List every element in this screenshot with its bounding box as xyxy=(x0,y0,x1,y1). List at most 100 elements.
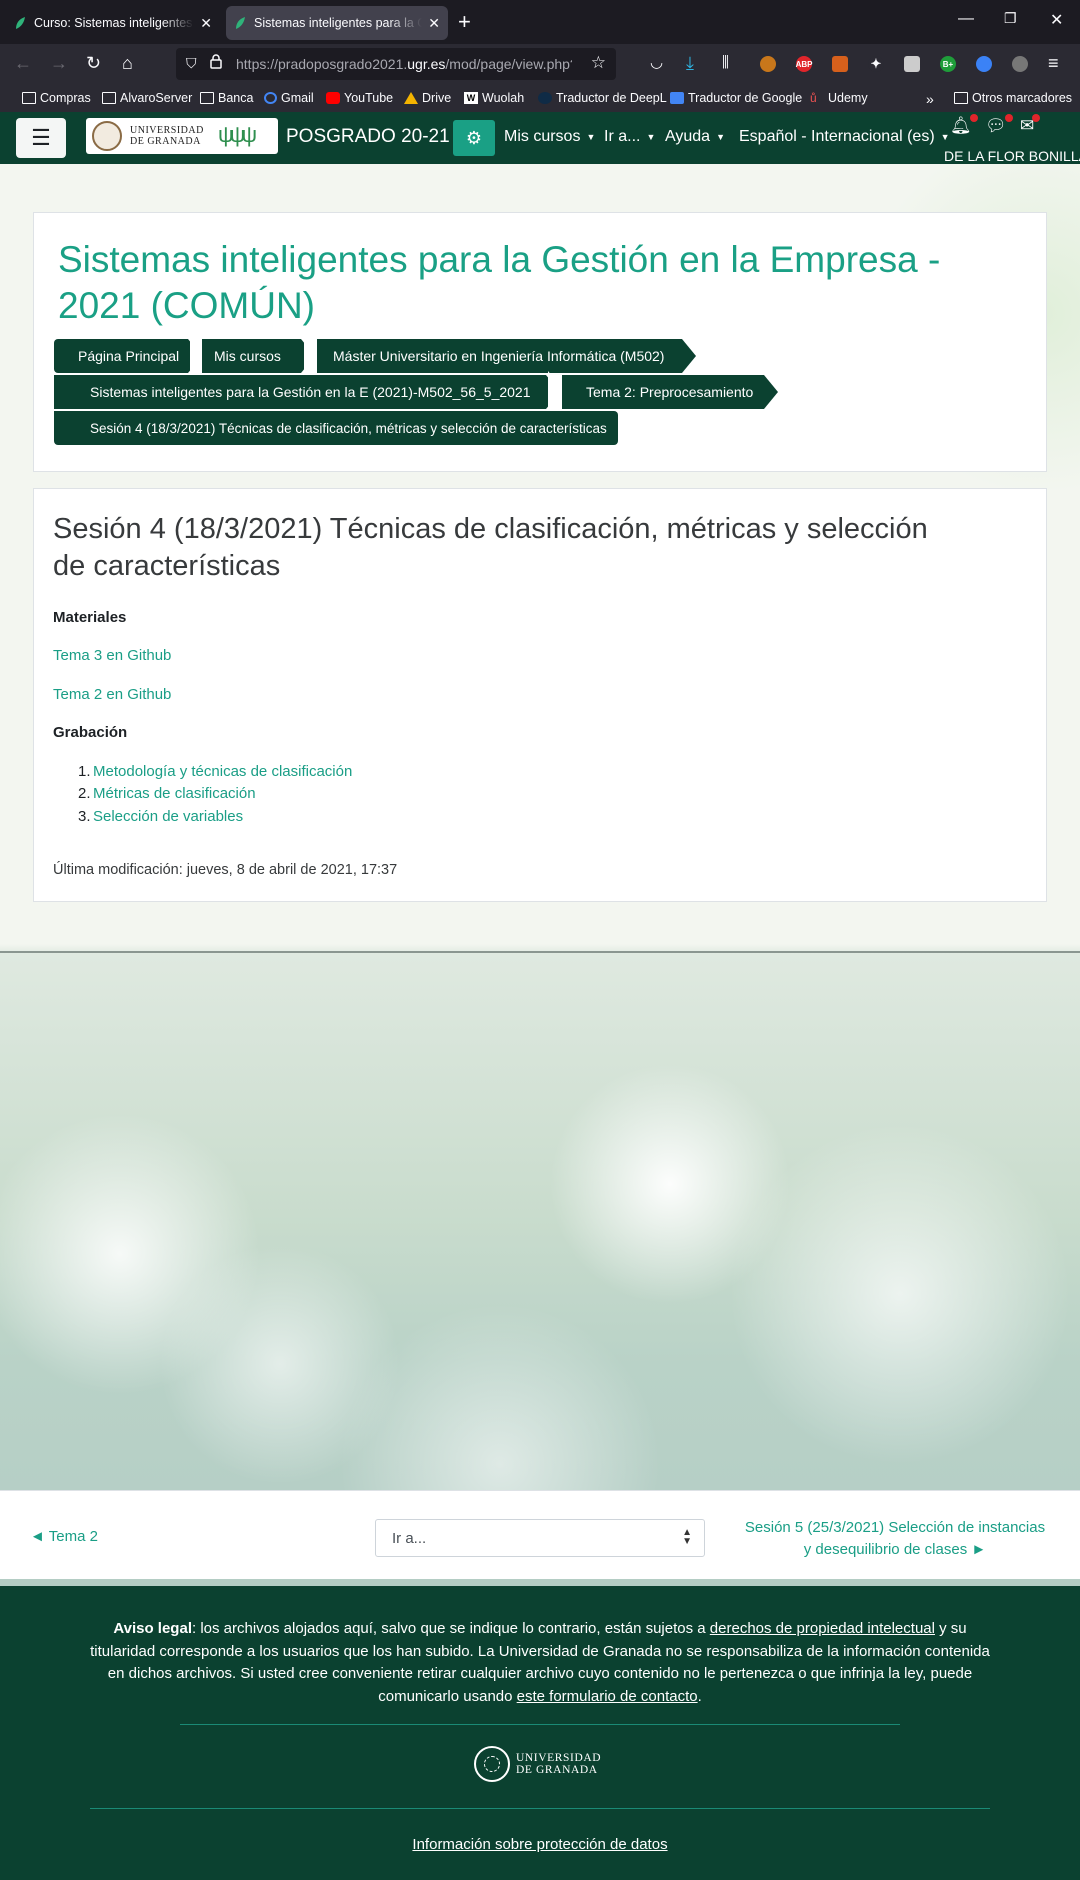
notification-badge xyxy=(1004,114,1013,122)
bookmark-item[interactable]: Banca xyxy=(200,91,253,105)
messages-chat-icon[interactable]: 💬︎ xyxy=(985,114,1013,136)
browser-tab-page[interactable]: Sistemas inteligentes para la Gestión ✕ xyxy=(226,6,448,40)
caret-down-icon: ▼ xyxy=(586,131,596,142)
bookmark-item[interactable]: Traductor de Google xyxy=(670,91,802,105)
footer-divider xyxy=(180,1724,900,1725)
notifications-bell-icon[interactable]: 🔔︎ xyxy=(950,114,978,136)
extension-icon[interactable] xyxy=(1012,56,1028,72)
close-tab-icon[interactable]: ✕ xyxy=(200,15,212,32)
caret-down-icon: ▼ xyxy=(646,131,656,142)
adblock-icon[interactable]: ABP xyxy=(796,56,812,72)
list-number: 1. xyxy=(78,763,91,780)
breadcrumb-item-topic[interactable]: Tema 2: Preprocesamiento xyxy=(562,375,764,409)
breadcrumb-item-my-courses[interactable]: Mis cursos xyxy=(202,339,301,373)
bookmark-item[interactable]: Drive xyxy=(404,91,451,105)
university-seal-icon xyxy=(92,121,122,151)
footer-top-strip xyxy=(0,1579,1080,1586)
other-bookmarks[interactable]: Otros marcadores xyxy=(954,91,1072,105)
bookmark-item[interactable]: YouTube xyxy=(326,91,393,105)
bookmark-item[interactable]: W Wuolah xyxy=(464,91,524,105)
bookmark-item[interactable]: AlvaroServer xyxy=(102,91,192,105)
jump-to-select[interactable]: Ir a... ▲ ▼ xyxy=(375,1519,705,1557)
breadcrumb-item-current[interactable]: Sesión 4 (18/3/2021) Técnicas de clasifi… xyxy=(54,411,618,445)
extension-icon[interactable] xyxy=(832,56,848,72)
cogs-icon: ⚙ xyxy=(465,127,483,148)
page-content-card: Sesión 4 (18/3/2021) Técnicas de clasifi… xyxy=(33,488,1047,902)
recording-link[interactable]: Metodología y técnicas de clasificación xyxy=(93,763,352,780)
pocket-icon[interactable]: ◡ xyxy=(650,52,663,74)
site-footer: Aviso legal: los archivos alojados aquí,… xyxy=(0,1586,1080,1880)
last-modified: Última modificación: jueves, 8 de abril … xyxy=(53,862,398,878)
recording-link[interactable]: Métricas de clasificación xyxy=(93,785,256,802)
shield-icon[interactable]: ⛉ xyxy=(186,55,197,72)
download-icon[interactable]: ⤓ xyxy=(686,52,694,74)
tab-title: Sistemas inteligentes para la Gestión xyxy=(254,16,423,30)
home-icon[interactable]: ⌂ xyxy=(122,52,133,74)
close-tab-icon[interactable]: ✕ xyxy=(428,15,440,32)
url-text: https://pradoposgrado2021.ugr.es/mod/pag… xyxy=(236,56,572,72)
back-icon[interactable]: ← xyxy=(14,52,32,74)
reload-icon[interactable]: ↻ xyxy=(86,52,101,74)
logo-text: UNIVERSIDAD DE GRANADA xyxy=(130,125,204,147)
tab-title: Curso: Sistemas inteligentes para la xyxy=(34,16,194,30)
extension-icon[interactable] xyxy=(904,56,920,72)
contact-form-link[interactable]: este formulario de contacto xyxy=(517,1688,698,1705)
plant-logo-icon: ψψψ xyxy=(218,122,257,147)
notification-badge xyxy=(969,114,978,122)
udemy-icon: ů xyxy=(810,91,817,105)
address-bar[interactable]: ⛉ https://pradoposgrado2021.ugr.es/mod/p… xyxy=(176,48,616,80)
extension-icon[interactable]: B+ xyxy=(940,56,956,72)
bookmark-item[interactable]: Compras xyxy=(22,91,91,105)
menu-my-courses[interactable]: Mis cursos ▼ xyxy=(504,128,595,146)
drawer-toggle-button[interactable]: ☰ xyxy=(16,118,66,158)
menu-icon[interactable]: ≡ xyxy=(1048,52,1059,74)
menu-language[interactable]: Español - Internacional (es) ▼ xyxy=(739,128,950,146)
material-link[interactable]: Tema 3 en Github xyxy=(53,647,171,664)
bookmark-item[interactable]: Traductor de DeepL xyxy=(538,91,667,105)
list-number: 3. xyxy=(78,808,91,825)
breadcrumb-item-home[interactable]: Página Principal xyxy=(54,339,188,373)
new-tab-icon[interactable]: + xyxy=(458,10,471,34)
bookmarks-overflow-icon[interactable]: » xyxy=(926,91,934,107)
select-arrows-icon: ▲ ▼ xyxy=(682,1527,692,1547)
next-activity-link[interactable]: Sesión 5 (25/3/2021) Selección de instan… xyxy=(740,1517,1050,1561)
folder-icon xyxy=(954,92,968,104)
user-name[interactable]: DE LA FLOR BONILLA xyxy=(944,148,1080,164)
recording-link[interactable]: Selección de variables xyxy=(93,808,243,825)
youtube-icon xyxy=(326,92,340,104)
drive-icon xyxy=(404,92,418,104)
extension-icon[interactable]: ✦ xyxy=(868,56,884,72)
library-icon[interactable]: ⫼ xyxy=(722,52,729,74)
browser-tab-course[interactable]: Curso: Sistemas inteligentes para la ✕ xyxy=(6,6,220,40)
mail-icon[interactable]: ✉ xyxy=(1020,114,1041,136)
material-link[interactable]: Tema 2 en Github xyxy=(53,686,171,703)
lock-icon[interactable] xyxy=(210,54,222,69)
breadcrumb-item-course[interactable]: Sistemas inteligentes para la Gestión en… xyxy=(54,375,546,409)
site-logo[interactable]: UNIVERSIDAD DE GRANADA ψψψ xyxy=(86,118,278,154)
bookmark-item[interactable]: ů Udemy xyxy=(810,91,868,105)
activity-navigation: ◄ Tema 2 Ir a... ▲ ▼ Sesión 5 (25/3/2021)… xyxy=(0,1490,1080,1585)
bookmark-item[interactable]: Gmail xyxy=(264,91,314,105)
menu-go-to[interactable]: Ir a... ▼ xyxy=(604,128,655,146)
minimize-icon[interactable]: — xyxy=(958,10,974,28)
extension-icon[interactable] xyxy=(976,56,992,72)
course-title: Sistemas inteligentes para la Gestión en… xyxy=(58,239,941,326)
forward-icon[interactable]: → xyxy=(50,52,68,74)
menu-help[interactable]: Ayuda ▼ xyxy=(665,128,725,146)
deepl-icon xyxy=(538,92,552,104)
bookmark-star-icon[interactable]: ☆ xyxy=(591,53,606,73)
close-window-icon[interactable]: ✕ xyxy=(1050,10,1063,30)
folder-icon xyxy=(22,92,36,104)
extension-icon[interactable] xyxy=(760,56,776,72)
site-name[interactable]: POSGRADO 20-21 xyxy=(286,126,450,148)
caret-down-icon: ▼ xyxy=(940,131,950,142)
privacy-link[interactable]: Información sobre protección de datos xyxy=(0,1836,1080,1853)
previous-activity-link[interactable]: ◄ Tema 2 xyxy=(30,1528,98,1545)
restore-icon[interactable]: ❐ xyxy=(1004,10,1017,27)
moodle-leaf-icon xyxy=(236,17,245,29)
settings-cog-button[interactable]: ⚙ xyxy=(453,120,495,156)
wuolah-icon: W xyxy=(464,92,478,104)
breadcrumb-item-master[interactable]: Máster Universitario en Ingeniería Infor… xyxy=(317,339,682,373)
ip-rights-link[interactable]: derechos de propiedad intelectual xyxy=(710,1620,935,1637)
legal-notice: Aviso legal: los archivos alojados aquí,… xyxy=(90,1620,990,1705)
